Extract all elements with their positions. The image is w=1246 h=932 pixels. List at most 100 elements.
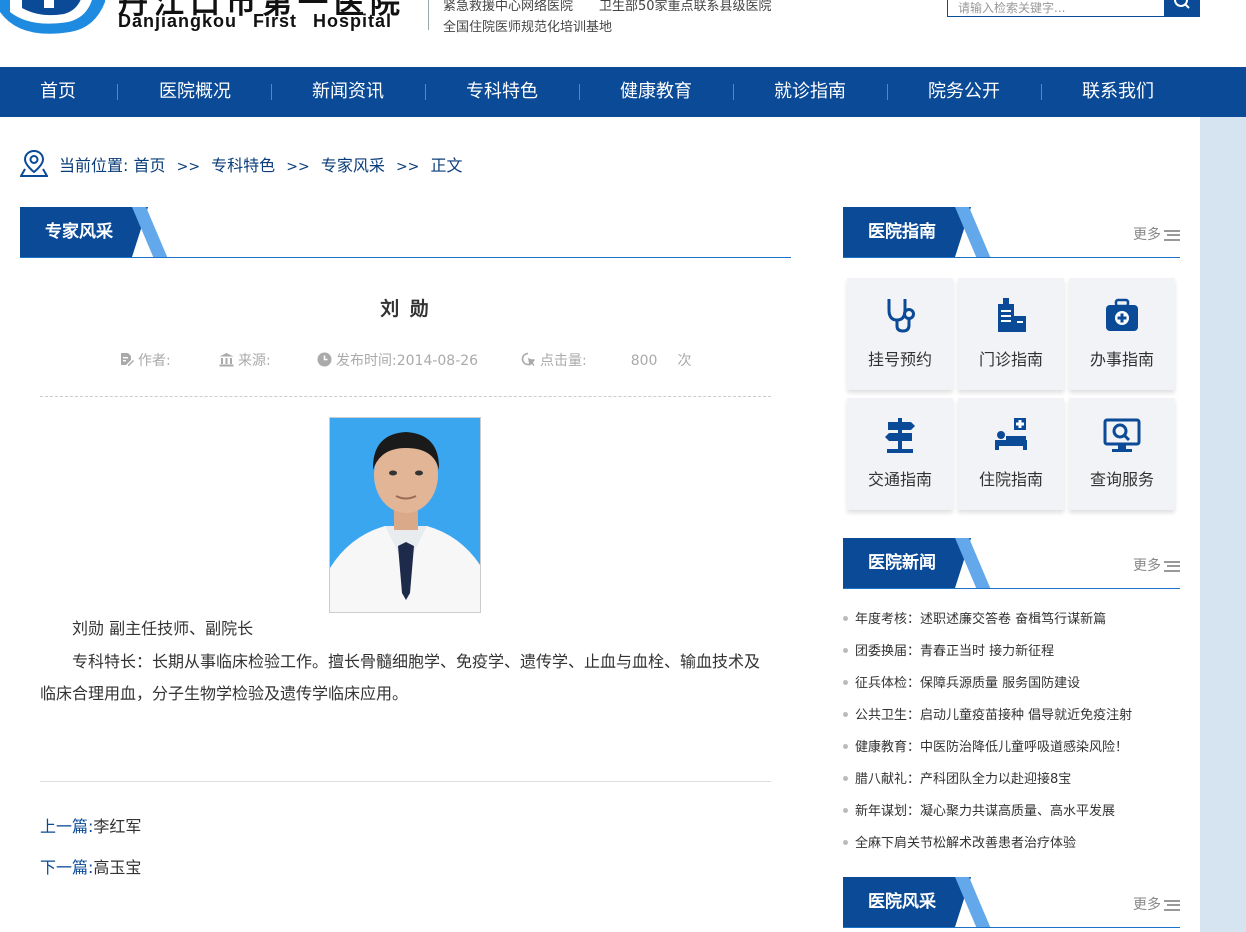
guide-item-inpatient[interactable]: 住院指南 bbox=[958, 398, 1064, 510]
breadcrumb-label: 当前位置: bbox=[59, 156, 129, 175]
hospital-tagline-2: 全国住院医师规范化培训基地 bbox=[443, 20, 613, 35]
article-para-2-line-1: 专科特长：长期从事临床检验工作。擅长骨髓细胞学、免疫学、遗传学、止血与血栓、输血… bbox=[72, 652, 761, 671]
institution-icon bbox=[219, 353, 234, 367]
news-list-item[interactable]: 征兵体检：保障兵源质量 服务国防建设 bbox=[843, 672, 1080, 691]
guide-item-label: 交通指南 bbox=[867, 470, 932, 489]
nav-item-specialties[interactable]: 专科特色 bbox=[442, 67, 562, 117]
article-author: 作者: bbox=[119, 350, 171, 370]
news-list-item[interactable]: 团委换届：青春正当时 接力新征程 bbox=[843, 640, 1054, 659]
nav-item-visit-guide[interactable]: 就诊指南 bbox=[750, 67, 870, 117]
page-side-band bbox=[1200, 117, 1246, 932]
news-list-item[interactable]: 公共卫生：启动儿童疫苗接种 倡导就近免疫注射 bbox=[843, 704, 1132, 723]
site-header: 丹江口市第一医院 Danjiangkou First Hospital 紧急救援… bbox=[0, 0, 1246, 67]
style-title: 医院风采 bbox=[843, 877, 971, 927]
section-underline bbox=[20, 257, 791, 258]
list-icon bbox=[1164, 229, 1180, 241]
search-input[interactable]: 请输入检索关键字... bbox=[947, 0, 1165, 17]
tagline-network-hospital: 紧急救援中心网络医院 bbox=[443, 0, 574, 14]
clinic-building-icon bbox=[998, 298, 1026, 332]
location-pin-icon bbox=[20, 149, 48, 177]
logo-english-name: Danjiangkou First Hospital bbox=[118, 11, 393, 31]
news-list-item[interactable]: 腊八献礼：产科团队全力以赴迎接8宝 bbox=[843, 768, 1071, 787]
guide-item-label: 门诊指南 bbox=[978, 350, 1043, 369]
nav-divider bbox=[887, 84, 888, 100]
tagline-key-county-hospital: 卫生部50家重点联系县级医院 bbox=[599, 0, 772, 14]
section-title: 专家风采 bbox=[20, 207, 148, 257]
nav-divider bbox=[425, 84, 426, 100]
guide-more-link[interactable]: 更多 bbox=[1133, 224, 1180, 244]
edit-document-icon bbox=[121, 353, 134, 366]
search-button[interactable] bbox=[1164, 0, 1200, 17]
article-para-1: 刘勋 副主任技师、副院长 bbox=[72, 619, 254, 638]
guide-item-label: 挂号预约 bbox=[867, 350, 932, 369]
nav-item-home[interactable]: 首页 bbox=[0, 67, 118, 117]
news-section-header: 医院新闻 更多 bbox=[843, 538, 1180, 589]
guide-item-inquiry[interactable]: 查询服务 bbox=[1069, 398, 1175, 510]
more-label: 更多 bbox=[1133, 558, 1161, 574]
breadcrumb-experts[interactable]: 专家风采 bbox=[321, 156, 385, 175]
nav-item-news[interactable]: 新闻资讯 bbox=[288, 67, 408, 117]
nav-divider bbox=[733, 84, 734, 100]
stethoscope-icon bbox=[887, 299, 915, 333]
nav-item-affairs[interactable]: 院务公开 bbox=[904, 67, 1024, 117]
news-list-item[interactable]: 年度考核：述职述廉交答卷 奋楫笃行谋新篇 bbox=[843, 608, 1106, 627]
news-list-item[interactable]: 健康教育：中医防治降低儿童呼吸道感染风险！ bbox=[843, 736, 1128, 755]
source-label: 来源: bbox=[238, 353, 271, 369]
breadcrumb-home[interactable]: 首页 bbox=[134, 156, 166, 175]
news-title: 医院新闻 bbox=[843, 538, 971, 588]
search-icon bbox=[1174, 0, 1190, 9]
clock-icon bbox=[317, 352, 332, 367]
section-underline bbox=[843, 257, 1180, 258]
guide-item-transport[interactable]: 交通指南 bbox=[847, 398, 953, 510]
breadcrumb-separator: >> bbox=[176, 159, 201, 175]
next-article[interactable]: 下一篇:高玉宝 bbox=[40, 854, 141, 878]
nav-divider bbox=[1041, 84, 1042, 100]
hospital-tagline-1: 紧急救援中心网络医院 卫生部50家重点联系县级医院 bbox=[443, 0, 772, 14]
clicks-value: 800 bbox=[630, 353, 658, 369]
logo-divider bbox=[428, 0, 429, 30]
prev-article[interactable]: 上一篇:李红军 bbox=[40, 813, 141, 837]
breadcrumb: 当前位置: 首页 >> 专科特色 >> 专家风采 >> 正文 bbox=[59, 152, 463, 176]
list-icon bbox=[1164, 899, 1180, 911]
article-para-2-line-2: 临床合理用血，分子生物学检验及遗传学临床应用。 bbox=[40, 684, 409, 703]
cursor-click-icon bbox=[521, 352, 535, 366]
style-more-link[interactable]: 更多 bbox=[1133, 894, 1180, 914]
clicks-label: 点击量: bbox=[540, 353, 587, 369]
guide-title: 医院指南 bbox=[843, 207, 971, 257]
breadcrumb-separator: >> bbox=[286, 159, 310, 175]
breadcrumb-specialties[interactable]: 专科特色 bbox=[211, 156, 275, 175]
author-label: 作者: bbox=[138, 353, 171, 369]
more-label: 更多 bbox=[1133, 897, 1161, 913]
main-section-header: 专家风采 bbox=[20, 207, 791, 258]
nav-item-about[interactable]: 医院概况 bbox=[135, 67, 255, 117]
prev-title[interactable]: 李红军 bbox=[93, 817, 141, 836]
expert-portrait-image bbox=[330, 418, 480, 612]
prev-label: 上一篇: bbox=[40, 817, 94, 836]
breadcrumb-current: 正文 bbox=[430, 156, 463, 175]
guide-item-affairs[interactable]: 办事指南 bbox=[1069, 278, 1175, 390]
news-list-item[interactable]: 全麻下肩关节松解术改善患者治疗体验 bbox=[843, 832, 1076, 851]
guide-item-outpatient[interactable]: 门诊指南 bbox=[958, 278, 1064, 390]
next-label: 下一篇: bbox=[40, 858, 94, 877]
guide-item-label: 办事指南 bbox=[1089, 350, 1154, 369]
date-label: 发布时间: bbox=[336, 353, 397, 369]
section-underline bbox=[843, 927, 1180, 928]
nav-item-contact[interactable]: 联系我们 bbox=[1058, 67, 1178, 117]
style-section-header: 医院风采 更多 bbox=[843, 877, 1180, 928]
hospital-logo-icon[interactable] bbox=[0, 0, 110, 40]
next-title[interactable]: 高玉宝 bbox=[93, 858, 141, 877]
nav-item-health-education[interactable]: 健康教育 bbox=[596, 67, 716, 117]
medical-kit-icon bbox=[1106, 298, 1138, 331]
list-icon bbox=[1164, 560, 1180, 572]
news-more-link[interactable]: 更多 bbox=[1133, 555, 1180, 575]
hospital-bed-icon bbox=[995, 418, 1027, 450]
news-list-item[interactable]: 新年谋划：凝心聚力共谋高质量、高水平发展 bbox=[843, 800, 1115, 819]
guide-item-registration[interactable]: 挂号预约 bbox=[847, 278, 953, 390]
article-date: 发布时间:2014-08-26 bbox=[317, 350, 478, 370]
guide-item-label: 住院指南 bbox=[978, 470, 1043, 489]
main-nav: 首页 医院概况 新闻资讯 专科特色 健康教育 就诊指南 院务公开 联系我们 bbox=[0, 67, 1246, 117]
date-value: 2014-08-26 bbox=[396, 353, 479, 369]
expert-portrait bbox=[329, 417, 481, 613]
section-underline bbox=[843, 588, 1180, 589]
article-source: 来源: bbox=[219, 350, 271, 370]
